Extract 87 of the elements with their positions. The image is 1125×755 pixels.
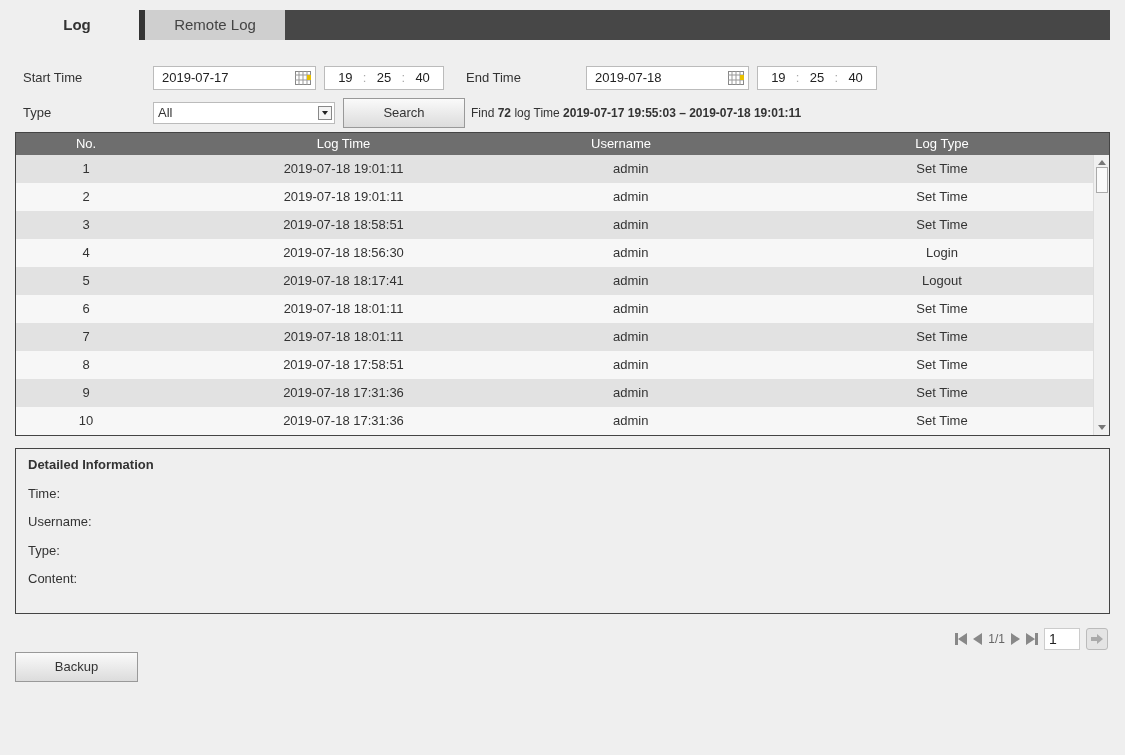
table-cell-text: Set Time	[916, 328, 968, 347]
detail-label: Time:	[28, 484, 62, 503]
table-cell-text: admin	[613, 300, 649, 319]
table-cell-text: 2019-07-18 18:58:51	[283, 216, 404, 235]
column-header: No.	[75, 135, 97, 154]
last-page-icon[interactable]	[1026, 633, 1038, 645]
tab[interactable]: Log	[15, 10, 145, 40]
table-cell-text: 8	[82, 356, 90, 375]
scroll-up-icon[interactable]	[1097, 159, 1106, 165]
table-cell-text: Set Time	[916, 356, 968, 375]
column-header: Username	[591, 135, 651, 154]
table-cell-text: 4	[82, 244, 90, 263]
caret-icon	[318, 106, 332, 120]
table-row[interactable]: 2 2019-07-18 19:01:11 admin Set Time	[16, 183, 1093, 211]
table-cell-text: 2019-07-18 17:31:36	[283, 412, 404, 431]
time-field[interactable]: 19 : 25 : 40	[757, 66, 877, 90]
table-cell-text: Set Time	[916, 384, 968, 403]
table-cell-text: admin	[613, 412, 649, 431]
table-cell-text: 2019-07-18 19:01:11	[283, 188, 404, 207]
table-row[interactable]: 1 2019-07-18 19:01:11 admin Set Time	[16, 155, 1093, 183]
tab[interactable]: Remote Log	[145, 10, 285, 40]
table-cell-text: Logout	[922, 272, 962, 291]
calendar-icon[interactable]	[295, 71, 311, 85]
arrow-icon	[1091, 634, 1103, 644]
table-cell-text: 2019-07-18 18:01:11	[283, 328, 404, 347]
table-row[interactable]: 7 2019-07-18 18:01:11 admin Set Time	[16, 323, 1093, 351]
search-button[interactable]: Search	[343, 98, 465, 128]
end-time-label: End Time	[466, 69, 522, 88]
table-cell-text: Set Time	[916, 160, 968, 179]
detail-label: Type:	[28, 541, 61, 560]
table-cell-text: 2019-07-18 18:01:11	[283, 300, 404, 319]
table-cell-text: 5	[82, 272, 90, 291]
table-cell-text: admin	[613, 216, 649, 235]
backup-button[interactable]: Backup	[15, 652, 138, 682]
go-button[interactable]	[1086, 628, 1108, 650]
page-input[interactable]: 1	[1044, 628, 1080, 650]
table-cell-text: 2019-07-18 17:31:36	[283, 384, 404, 403]
detail-label: Username:	[28, 513, 93, 531]
table-cell-text: admin	[613, 384, 649, 403]
date-field[interactable]: 2019-07-18	[586, 66, 749, 90]
table-cell-text: 2019-07-18 18:17:41	[283, 272, 404, 291]
table-cell-text: 2	[82, 188, 90, 207]
first-page-icon[interactable]	[955, 633, 968, 645]
table-cell-text: admin	[613, 188, 649, 207]
table-cell-text: Set Time	[916, 188, 968, 207]
details-title: Detailed Information	[28, 456, 155, 474]
table-cell-text: 2019-07-18 19:01:11	[283, 160, 404, 179]
table-cell-text: 1	[82, 160, 90, 179]
table-row[interactable]: 9 2019-07-18 17:31:36 admin Set Time	[16, 379, 1093, 407]
scroll-thumb[interactable]	[1095, 167, 1108, 193]
previous-page-icon[interactable]	[973, 633, 983, 645]
time-field[interactable]: 19 : 25 : 40	[324, 66, 444, 90]
table-cell-text: 9	[82, 384, 90, 403]
table-row[interactable]: 8 2019-07-18 17:58:51 admin Set Time	[16, 351, 1093, 379]
table-row[interactable]: 10 2019-07-18 17:31:36 admin Set Time	[16, 407, 1093, 435]
table-row[interactable]: 4 2019-07-18 18:56:30 admin Login	[16, 239, 1093, 267]
table-cell-text: 6	[82, 300, 90, 319]
table-cell-text: 3	[82, 216, 90, 235]
table-cell-text: admin	[613, 356, 649, 375]
table-row[interactable]: 3 2019-07-18 18:58:51 admin Set Time	[16, 211, 1093, 239]
table-cell-text: Set Time	[916, 300, 968, 319]
table-cell-text: 2019-07-18 17:58:51	[283, 356, 404, 375]
table-cell-text: 10	[78, 412, 94, 431]
type-dropdown[interactable]: All	[153, 102, 335, 124]
table-cell-text: admin	[613, 244, 649, 263]
column-header: Log Time	[316, 135, 371, 154]
table-cell-text: Login	[926, 244, 958, 263]
table-row[interactable]: 5 2019-07-18 18:17:41 admin Logout	[16, 267, 1093, 295]
calendar-icon[interactable]	[728, 71, 744, 85]
table-cell-text: admin	[613, 328, 649, 347]
search-summary: Find 72 log Time 2019-07-17 19:55:03 – 2019-07-18 19:01:11	[471, 105, 802, 122]
table-cell-text: admin	[613, 272, 649, 291]
start-time-label: Start Time	[23, 69, 84, 88]
table-row[interactable]: 6 2019-07-18 18:01:11 admin Set Time	[16, 295, 1093, 323]
detail-label: Content:	[28, 570, 79, 588]
type-label: Type	[23, 104, 53, 123]
next-page-icon[interactable]	[1011, 633, 1020, 645]
table-cell-text: Set Time	[916, 216, 968, 235]
date-field[interactable]: 2019-07-17	[153, 66, 316, 90]
table-cell-text: admin	[613, 160, 649, 179]
scrollbar[interactable]	[1093, 155, 1109, 435]
scroll-down-icon[interactable]	[1097, 425, 1106, 431]
table-cell-text: 7	[82, 328, 90, 347]
page-indicator: 1/1	[988, 631, 1005, 648]
column-header: Log Type	[915, 135, 969, 154]
table-cell-text: 2019-07-18 18:56:30	[283, 244, 404, 263]
table-cell-text: Set Time	[916, 412, 968, 431]
